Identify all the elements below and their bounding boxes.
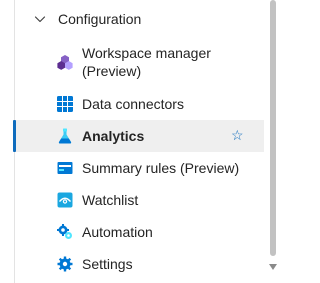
nav-item-label: Summary rules (Preview) xyxy=(82,160,240,176)
summary-rules-icon xyxy=(57,162,73,174)
workspace-manager-icon xyxy=(57,55,73,70)
section-header-label: Configuration xyxy=(58,11,142,27)
nav-item-label: Analytics xyxy=(82,128,145,144)
nav-item-data-connectors[interactable]: Data connectors xyxy=(15,88,264,120)
nav-item-settings[interactable]: Settings xyxy=(15,248,264,280)
settings-icon xyxy=(57,256,73,272)
watchlist-icon xyxy=(57,192,73,208)
nav-item-label: Settings xyxy=(82,256,133,272)
automation-icon xyxy=(57,224,72,239)
favorite-star-icon[interactable]: ☆ xyxy=(231,127,245,143)
navigation-panel: Configuration Workspace manager (Preview… xyxy=(0,0,278,283)
nav-item-automation[interactable]: Automation xyxy=(15,216,264,248)
nav-item-workspace-manager[interactable]: Workspace manager (Preview) xyxy=(15,38,264,88)
nav-list: Workspace manager (Preview) Data connect… xyxy=(13,38,264,280)
scroll-down-arrow-icon[interactable] xyxy=(269,264,277,270)
nav-item-label: Workspace manager (Preview) xyxy=(82,45,211,79)
nav-item-analytics[interactable]: Analytics ☆ xyxy=(13,120,264,152)
scrollbar-thumb[interactable] xyxy=(270,0,276,256)
vertical-scrollbar[interactable] xyxy=(266,0,278,283)
nav-item-summary-rules[interactable]: Summary rules (Preview) xyxy=(15,152,264,184)
nav-item-watchlist[interactable]: Watchlist xyxy=(15,184,264,216)
nav-item-label: Automation xyxy=(82,224,153,240)
section-header-configuration[interactable]: Configuration xyxy=(0,0,264,38)
selection-indicator xyxy=(13,120,16,152)
nav-item-label: Watchlist xyxy=(82,192,139,208)
nav-item-label: Data connectors xyxy=(82,96,184,112)
data-connectors-icon xyxy=(57,96,73,112)
chevron-down-icon[interactable] xyxy=(34,13,46,25)
analytics-icon xyxy=(58,128,72,144)
